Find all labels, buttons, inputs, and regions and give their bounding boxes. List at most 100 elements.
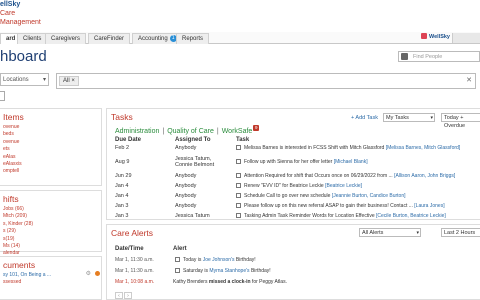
locations-value: Locations <box>3 77 29 83</box>
tab-label: Caregivers <box>51 36 81 42</box>
alerts-range-select[interactable]: Last 2 Hours <box>441 228 480 237</box>
top-header: ellSky Care Management <box>0 0 480 32</box>
task-description: Tasking Admin Task Reminder Words for Lo… <box>244 213 375 219</box>
alert-date: Mar 1, 11:30 a.m. <box>115 257 154 263</box>
tab-carefinder[interactable]: CareFinder <box>88 33 131 44</box>
gear-icon[interactable]: ⚙ <box>86 270 91 277</box>
task-text: Please follow up on this new referral AS… <box>244 201 445 211</box>
items-row[interactable]: ets <box>0 146 101 153</box>
shifts-row[interactable]: s, Kinder (28) <box>0 221 101 228</box>
alert-checkbox[interactable] <box>175 257 180 262</box>
main-nav: ard Clients Caregivers CareFinder Accoun… <box>0 32 480 44</box>
alert-link[interactable]: Myrna Stanhope's <box>209 268 249 274</box>
person-search-icon <box>401 53 408 60</box>
task-link[interactable]: [Jeannie Burton, Candice Burton] <box>332 193 406 199</box>
alert-checkbox[interactable] <box>175 268 180 273</box>
alert-link[interactable]: missed a clock-in <box>209 279 251 285</box>
status-dot-icon <box>95 271 100 276</box>
pager-next-icon[interactable]: › <box>124 292 132 299</box>
app-logo[interactable]: ellSky Care Management <box>0 0 41 27</box>
task-checkbox[interactable] <box>236 173 241 178</box>
task-due: Jan 3 <box>115 203 129 209</box>
task-assigned: Anybody <box>175 145 197 151</box>
locations-select[interactable]: Locations ▾ <box>0 73 49 86</box>
alert-row[interactable]: Mar 1, 11:30 a.m. Saturday is Myrna Stan… <box>107 266 480 276</box>
shifts-row[interactable]: s(19) <box>0 236 101 243</box>
task-row[interactable]: Jan 3 Anybody Please follow up on this n… <box>107 201 480 211</box>
add-task-link[interactable]: + Add Task <box>351 115 378 121</box>
collapse-handle[interactable] <box>0 91 5 101</box>
subtab-worksafe[interactable]: WorkSafe <box>222 128 253 135</box>
task-due: Feb 2 <box>115 145 130 151</box>
task-description: Please follow up on this new referral AS… <box>244 203 413 209</box>
task-checkbox[interactable] <box>236 203 241 208</box>
shifts-row[interactable]: Ms (14) <box>0 243 101 250</box>
alert-text: Today is Joe Johnson's Birthday! <box>183 255 256 265</box>
filter-chip-all[interactable]: All × <box>59 76 79 86</box>
task-checkbox[interactable] <box>236 213 241 218</box>
shifts-row[interactable]: s (29) <box>0 228 101 235</box>
items-row[interactable]: ovenue <box>0 124 101 131</box>
subtab-separator: | <box>216 128 219 135</box>
task-assigned: Jessica Tatum, Connie Belmont <box>175 156 215 168</box>
document-row[interactable]: ssessed <box>0 279 101 286</box>
alert-row[interactable]: Mar 1, 11:30 a.m. Today is Joe Johnson's… <box>107 255 480 265</box>
task-due: Jan 3 <box>115 213 129 219</box>
task-assigned: Anybody <box>175 203 197 209</box>
task-description: Melissa Barnes is interested in FCSS Shi… <box>244 145 385 151</box>
care-alerts-panel: Care Alerts All Alerts ▾ Last 2 Hours Dat… <box>106 224 480 300</box>
tasks-title: Tasks <box>111 112 133 122</box>
task-range-select[interactable]: Today + Overdue <box>441 113 480 129</box>
shifts-panel-title: hifts <box>3 194 19 204</box>
worksafe-badge: 9 <box>253 125 260 131</box>
shifts-row[interactable]: Mtch (209) <box>0 213 101 220</box>
task-row[interactable]: Jan 4 Anybody Renew "EVV ID" for Beatric… <box>107 181 480 191</box>
task-checkbox[interactable] <box>236 145 241 150</box>
alert-text-post: for Peggy Atlas. <box>250 279 287 285</box>
tasks-subtabs: Administration | Quality of Care | WorkSafe9 <box>115 125 260 135</box>
shifts-row[interactable]: Jobs (66) <box>0 206 101 213</box>
task-filter-value: My Tasks <box>386 115 409 121</box>
subtab-administration[interactable]: Administration <box>115 128 159 135</box>
task-filter-select[interactable]: My Tasks ▾ <box>383 113 435 122</box>
task-link[interactable]: [Laura Jones] <box>414 203 444 209</box>
task-description: Attention Required for shift that Occurs… <box>244 173 393 179</box>
task-link[interactable]: [Allison Aaron, John Briggs] <box>394 173 455 179</box>
items-row[interactable]: eAlas <box>0 154 101 161</box>
pager-prev-icon[interactable]: ‹ <box>115 292 123 299</box>
task-link[interactable]: [Cecile Burton, Beatrice Leckie] <box>376 213 446 219</box>
tab-clients[interactable]: Clients <box>17 33 48 44</box>
task-link[interactable]: [Michael Blank] <box>334 159 368 165</box>
task-row[interactable]: Jan 4 Anybody Schedule Call to go over n… <box>107 191 480 201</box>
task-range-value: Today + Overdue <box>444 115 466 129</box>
task-checkbox[interactable] <box>236 193 241 198</box>
task-checkbox[interactable] <box>236 183 241 188</box>
task-row[interactable]: Jan 3 Jessica Tatum Tasking Admin Task R… <box>107 211 480 220</box>
documents-panel: cuments sy 101, On Being a ... ssessed ⚙ <box>0 256 102 300</box>
alert-text: Saturday is Myrna Stanhope's Birthday! <box>183 266 271 276</box>
items-panel-title: Items <box>3 112 24 122</box>
alert-row[interactable]: Mar 1, 10:08 a.m. Kathy Brenders missed … <box>107 277 480 287</box>
tab-reports[interactable]: Reports <box>176 33 210 44</box>
tab-caregivers[interactable]: Caregivers <box>45 33 87 44</box>
items-row[interactable]: omptell <box>0 168 101 175</box>
task-row[interactable]: Feb 2 Anybody Melissa Barnes is interest… <box>107 143 480 153</box>
task-row[interactable]: Jun 29 Anybody Attention Required for sh… <box>107 171 480 181</box>
task-link[interactable]: [Melissa Barnes, Mitch Glassford] <box>386 145 460 151</box>
subtab-quality-of-care[interactable]: Quality of Care <box>167 128 214 135</box>
items-row[interactable]: eAlasxis <box>0 161 101 168</box>
items-row[interactable]: beds <box>0 131 101 138</box>
task-text: Follow up with Sienna for her offer lett… <box>244 157 368 167</box>
items-row[interactable]: ovenue <box>0 139 101 146</box>
task-description: Renew "EVV ID" for Beatrice Leckie <box>244 183 324 189</box>
task-link[interactable]: [Beatrice Leckie] <box>325 183 362 189</box>
find-people-input[interactable]: Find People <box>398 51 480 62</box>
chevron-down-icon: ▾ <box>416 230 419 236</box>
alerts-filter-select[interactable]: All Alerts ▾ <box>359 228 421 237</box>
clear-filter-icon[interactable]: ✕ <box>466 76 472 84</box>
alerts-pager: ‹ › <box>115 292 133 299</box>
task-row[interactable]: Aug 9 Jessica Tatum, Connie Belmont Foll… <box>107 155 480 169</box>
task-checkbox[interactable] <box>236 159 241 164</box>
alert-link[interactable]: Joe Johnson's <box>203 257 235 263</box>
filter-tags-input[interactable]: All × ✕ <box>56 73 476 89</box>
